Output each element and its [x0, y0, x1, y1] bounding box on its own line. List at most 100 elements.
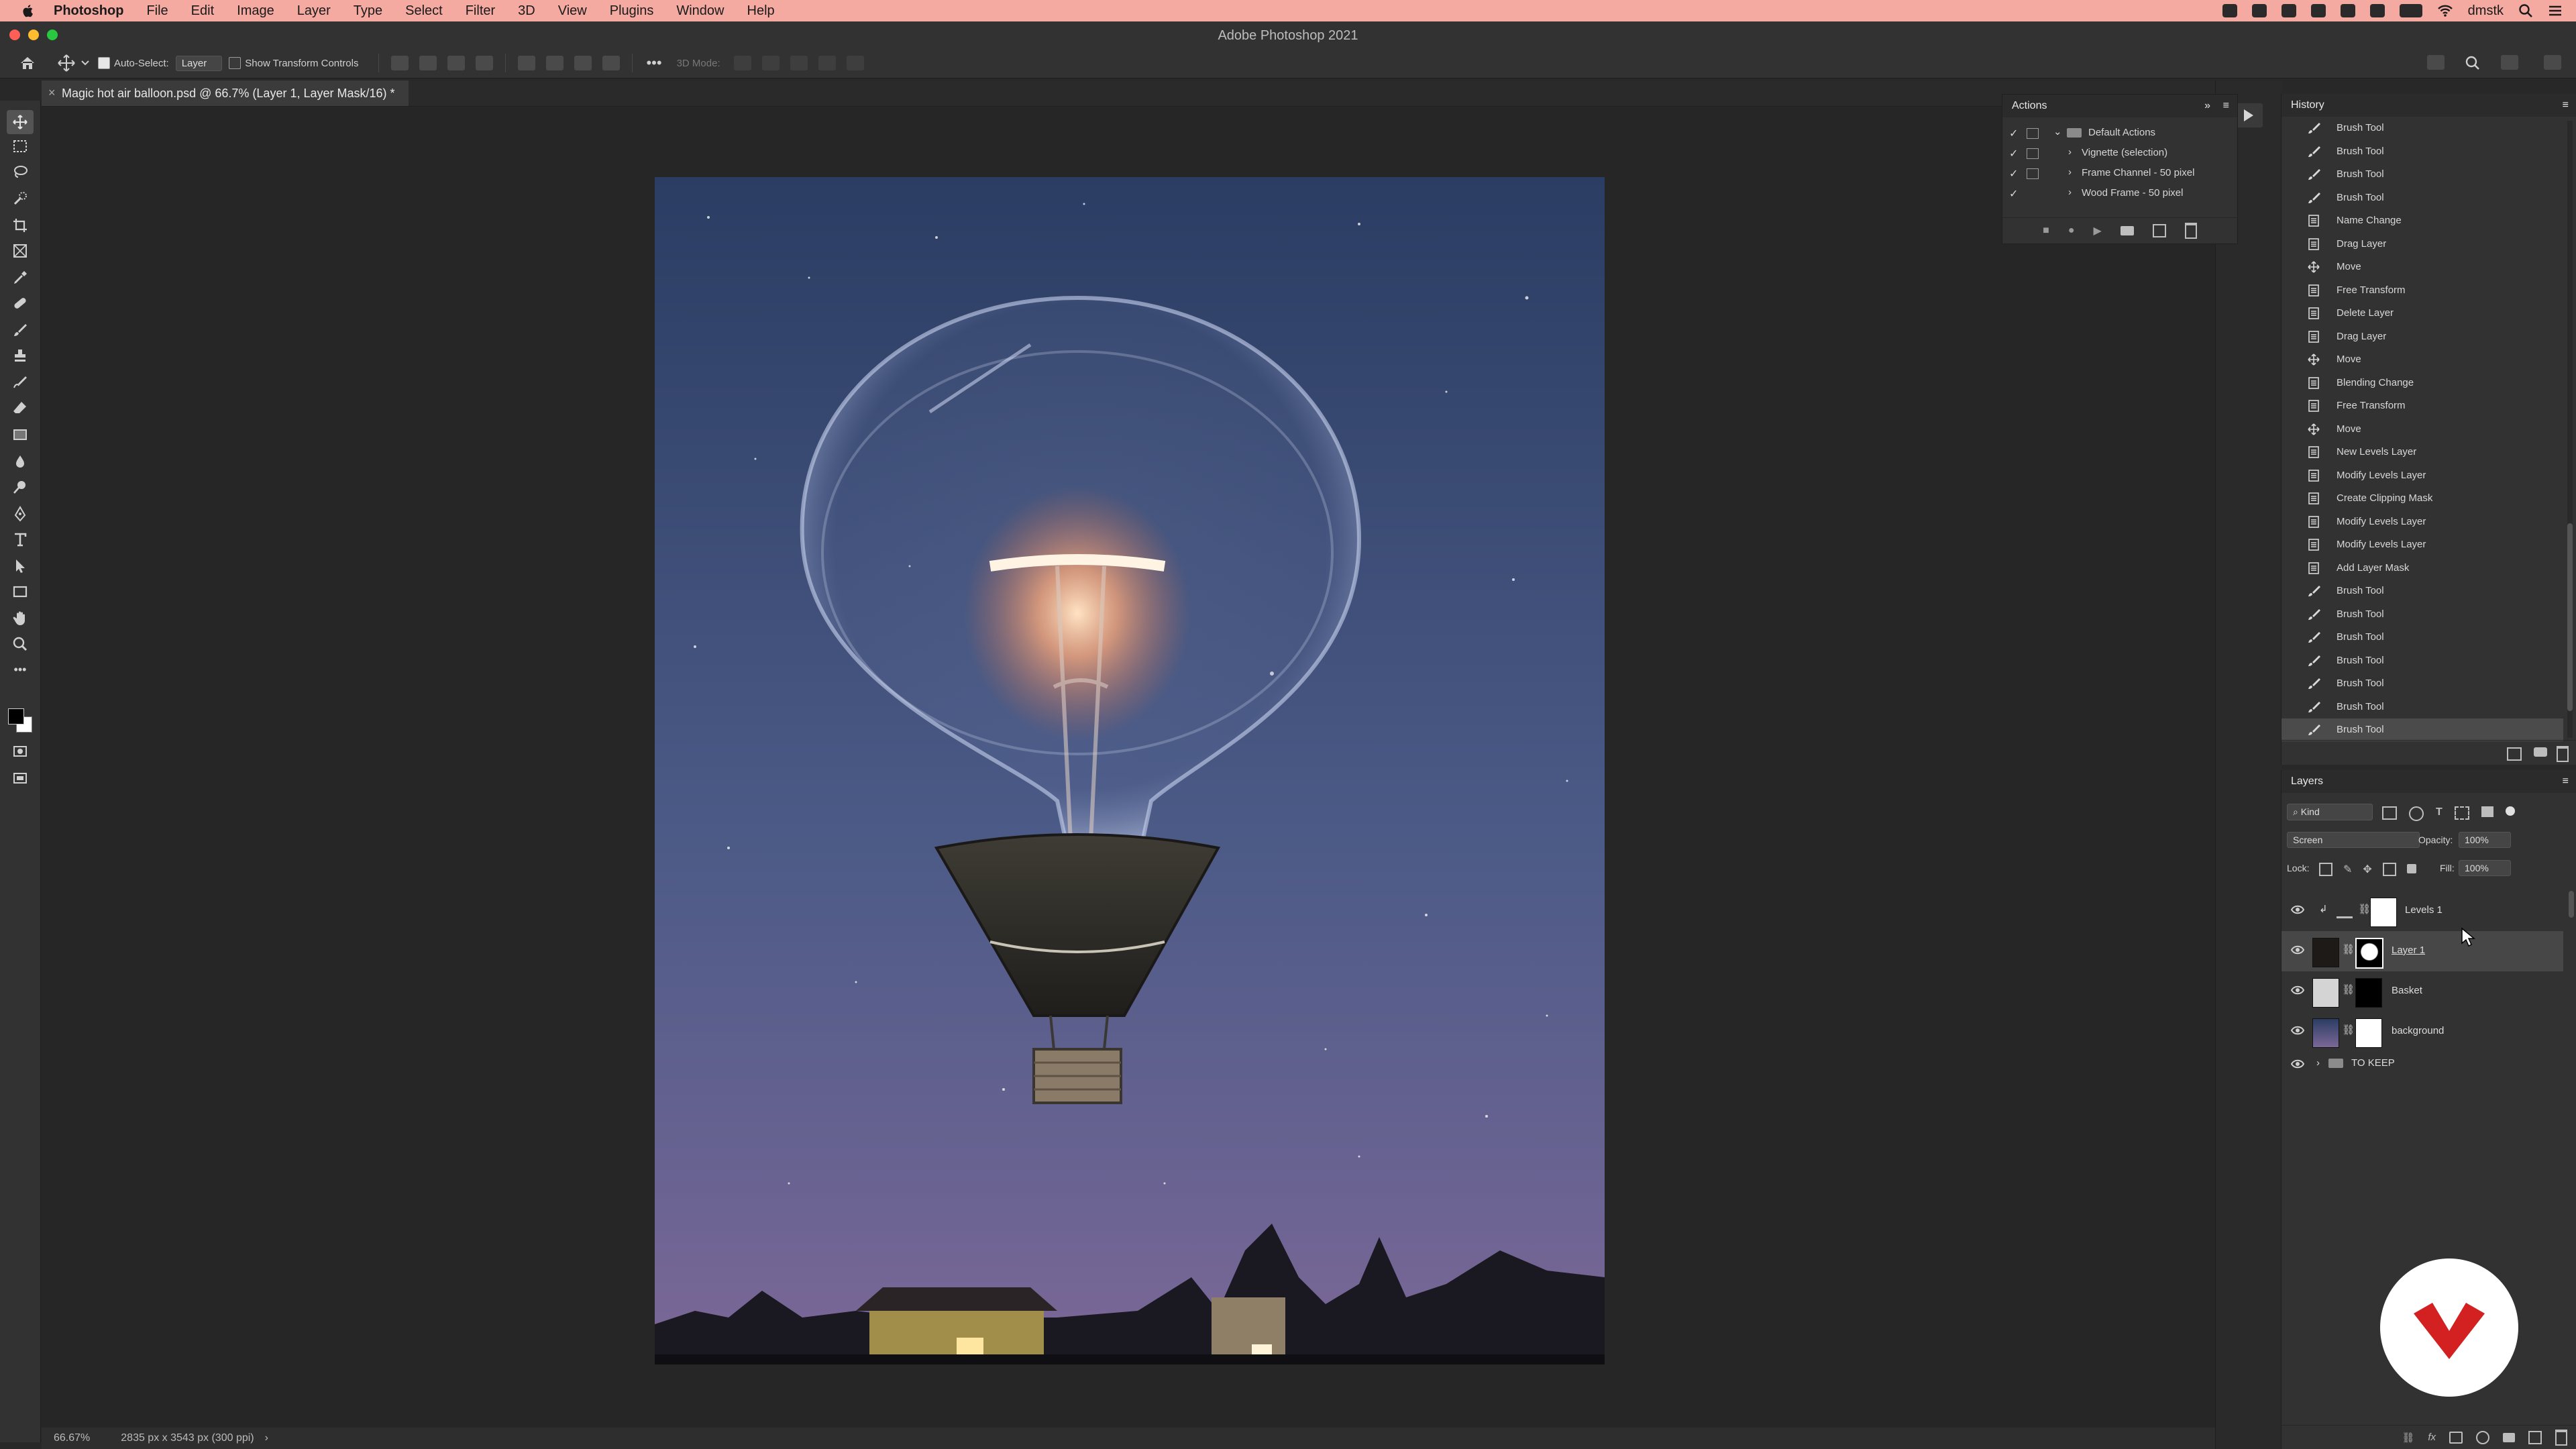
search-icon[interactable] [2465, 55, 2481, 71]
auto-select-dropdown[interactable]: Layer [175, 55, 223, 71]
align-left-icon[interactable] [391, 56, 409, 70]
history-state-row[interactable]: Move [2282, 418, 2563, 441]
layers-panel-title[interactable]: Layers [2291, 775, 2323, 788]
menu-select[interactable]: Select [405, 3, 443, 19]
history-state-row[interactable]: Brush Tool [2282, 186, 2563, 209]
action-set-row[interactable]: ✓ ⌄ Default Actions [2002, 123, 2237, 143]
filter-smart-object-icon[interactable] [2481, 806, 2493, 817]
layer-mask-thumbnail[interactable] [2355, 938, 2383, 969]
history-state-row[interactable]: Modify Levels Layer [2282, 533, 2563, 556]
align-top-icon[interactable] [518, 56, 536, 70]
snapshot-camera-icon[interactable] [2534, 747, 2547, 757]
filter-shape-icon[interactable] [2454, 806, 2469, 820]
control-center-icon[interactable] [2548, 4, 2563, 17]
new-group-icon[interactable] [2503, 1432, 2515, 1442]
lasso-tool-icon[interactable] [12, 164, 28, 180]
zoom-level[interactable]: 66.67% [54, 1432, 90, 1444]
filter-toggle-icon[interactable] [2505, 806, 2515, 816]
history-state-row[interactable]: Free Transform [2282, 394, 2563, 417]
check-icon[interactable]: ✓ [2009, 187, 2018, 201]
document-canvas[interactable] [655, 177, 1605, 1364]
lock-transparent-icon[interactable] [2319, 863, 2332, 876]
move-tool-preset-icon[interactable] [56, 54, 76, 72]
creative-cloud-icon[interactable] [2222, 4, 2237, 17]
history-state-row[interactable]: Move [2282, 348, 2563, 371]
3d-pan-icon[interactable] [790, 56, 808, 70]
history-scrollbar-thumb[interactable] [2567, 523, 2573, 711]
close-tab-icon[interactable]: × [48, 86, 56, 100]
menu-filter[interactable]: Filter [466, 3, 495, 19]
check-icon[interactable]: ✓ [2009, 127, 2018, 140]
menu-window[interactable]: Window [676, 3, 724, 19]
healing-brush-tool-icon[interactable] [12, 295, 28, 311]
lock-all-icon[interactable] [2406, 864, 2416, 873]
wifi-icon[interactable] [2437, 4, 2453, 17]
blend-mode-dropdown[interactable]: Screen [2287, 832, 2420, 848]
visibility-eye-icon[interactable] [2291, 1025, 2304, 1036]
quick-selection-tool-icon[interactable] [12, 191, 28, 207]
gradient-tool-icon[interactable] [12, 427, 28, 443]
filter-adjustment-icon[interactable] [2409, 806, 2424, 821]
history-state-row[interactable]: Brush Tool [2282, 718, 2563, 741]
history-state-row[interactable]: Name Change [2282, 209, 2563, 232]
menu-type[interactable]: Type [354, 3, 382, 19]
share-icon[interactable] [2544, 55, 2561, 70]
menu-image[interactable]: Image [237, 3, 274, 19]
layer-mask-thumbnail[interactable] [2355, 1018, 2382, 1048]
learn-icon[interactable] [2427, 55, 2445, 70]
layer-mask-thumbnail[interactable] [2370, 898, 2397, 927]
history-state-row[interactable]: Drag Layer [2282, 233, 2563, 256]
screen-mode-icon[interactable] [12, 770, 28, 786]
record-icon[interactable]: ● [2068, 225, 2075, 237]
3d-slide-icon[interactable] [818, 56, 836, 70]
app-status-icon[interactable] [2281, 4, 2296, 17]
action-row[interactable]: ✓ › Vignette (selection) [2002, 143, 2237, 163]
blur-tool-icon[interactable] [12, 453, 28, 470]
history-state-row[interactable]: Brush Tool [2282, 696, 2563, 718]
check-icon[interactable]: ✓ [2009, 147, 2018, 160]
layer-row[interactable]: ⛓ background [2282, 1012, 2563, 1052]
move-tool[interactable] [7, 110, 34, 134]
expand-arrow-icon[interactable]: › [2068, 166, 2072, 178]
trash-icon[interactable] [2557, 746, 2569, 762]
dialog-toggle-icon[interactable] [2027, 168, 2039, 179]
history-state-row[interactable]: Modify Levels Layer [2282, 511, 2563, 533]
layer-name[interactable]: Basket [2392, 985, 2422, 996]
airplay-icon[interactable] [2369, 4, 2385, 17]
3d-orbit-icon[interactable] [733, 56, 751, 70]
auto-select-checkbox[interactable] [98, 57, 110, 69]
link-layers-icon[interactable]: ⛓ [2402, 1432, 2414, 1444]
trash-icon[interactable] [2555, 1429, 2567, 1446]
layer-filter-kind-dropdown[interactable]: ⌕ Kind [2287, 804, 2373, 820]
show-transform-checkbox[interactable] [229, 57, 241, 69]
marquee-tool-icon[interactable] [12, 138, 28, 154]
spotlight-search-icon[interactable] [2518, 3, 2533, 18]
more-tools-icon[interactable]: ••• [12, 663, 28, 679]
history-state-row[interactable]: Brush Tool [2282, 117, 2563, 140]
shortcut-icon[interactable] [2310, 4, 2326, 17]
document-tab[interactable]: × Magic hot air balloon.psd @ 66.7% (Lay… [42, 80, 409, 106]
3d-roll-icon[interactable] [761, 56, 780, 70]
more-options-icon[interactable]: ••• [646, 54, 661, 72]
crop-tool-icon[interactable] [12, 217, 28, 233]
stop-icon[interactable]: ■ [2043, 225, 2049, 237]
history-state-row[interactable]: Add Layer Mask [2282, 557, 2563, 580]
expand-arrow-icon[interactable]: ⌄ [2053, 125, 2062, 138]
new-set-folder-icon[interactable] [2120, 226, 2134, 235]
history-state-row[interactable]: Drag Layer [2282, 325, 2563, 348]
eraser-tool-icon[interactable] [12, 400, 28, 416]
check-icon[interactable]: ✓ [2009, 167, 2018, 180]
layer-mask-thumbnail[interactable] [2355, 978, 2382, 1008]
screen-record-icon[interactable] [2251, 4, 2267, 17]
layer-row[interactable]: ⛓ Basket [2282, 971, 2563, 1012]
panel-menu-icon[interactable]: ≡ [2563, 99, 2569, 111]
adjustment-layer-icon[interactable] [2476, 1430, 2489, 1444]
history-state-row[interactable]: Brush Tool [2282, 580, 2563, 602]
lock-position-icon[interactable]: ✥ [2363, 863, 2371, 876]
add-mask-icon[interactable] [2449, 1431, 2463, 1444]
foreground-color-swatch[interactable] [8, 708, 24, 724]
zoom-tool-icon[interactable] [12, 636, 28, 652]
expand-arrow-icon[interactable]: › [2316, 1057, 2320, 1069]
layer-thumbnail[interactable] [2312, 1018, 2339, 1048]
battery-icon[interactable] [2399, 4, 2422, 17]
